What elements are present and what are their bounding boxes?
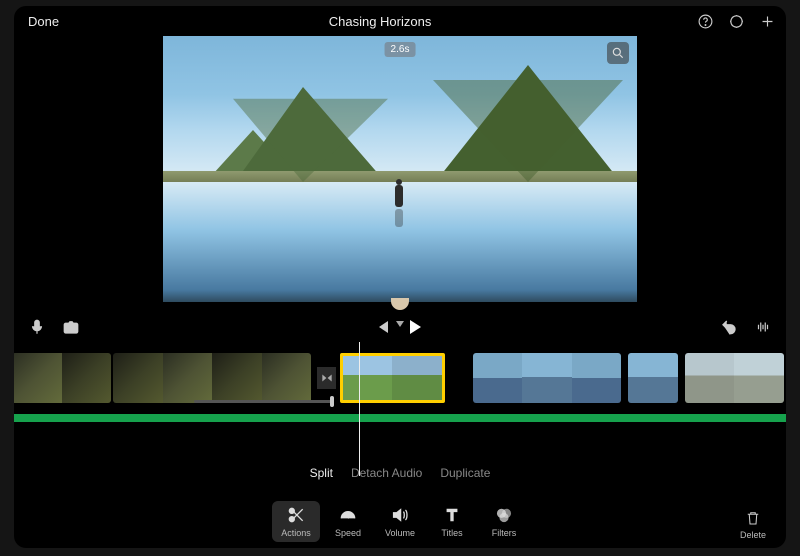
done-button[interactable]: Done bbox=[24, 12, 63, 31]
play-button[interactable] bbox=[410, 320, 421, 334]
tool-volume[interactable]: Volume bbox=[376, 501, 424, 542]
undo-icon[interactable] bbox=[720, 318, 738, 336]
magnifier-icon bbox=[611, 46, 625, 60]
text-icon bbox=[442, 505, 462, 525]
playhead[interactable] bbox=[359, 342, 360, 476]
settings-icon[interactable] bbox=[728, 13, 745, 30]
speedometer-icon bbox=[338, 505, 358, 525]
timeline-zoom-slider[interactable] bbox=[194, 400, 334, 403]
scissors-icon bbox=[286, 505, 306, 525]
header-bar: Done Chasing Horizons bbox=[14, 6, 786, 36]
tool-label: Volume bbox=[385, 528, 415, 538]
audio-waveform-icon[interactable] bbox=[754, 318, 772, 336]
prev-frame-button[interactable] bbox=[379, 321, 388, 333]
timeline-clip[interactable] bbox=[14, 353, 111, 403]
trash-icon bbox=[744, 509, 762, 527]
tool-label: Speed bbox=[335, 528, 361, 538]
timeline-controls bbox=[14, 312, 786, 342]
detach-audio-button[interactable]: Detach Audio bbox=[351, 466, 422, 480]
preview-zoom-button[interactable] bbox=[607, 42, 629, 64]
project-title: Chasing Horizons bbox=[63, 14, 697, 29]
tool-label: Actions bbox=[281, 528, 311, 538]
split-button[interactable]: Split bbox=[310, 466, 333, 480]
tool-filters[interactable]: Filters bbox=[480, 501, 528, 542]
microphone-icon[interactable] bbox=[28, 318, 46, 336]
camera-icon[interactable] bbox=[62, 318, 80, 336]
help-icon[interactable] bbox=[697, 13, 714, 30]
timeline-clip[interactable] bbox=[628, 353, 678, 403]
bottom-toolbar: Actions Speed Volume Titles Filters Dele… bbox=[14, 486, 786, 548]
delete-button[interactable]: Delete bbox=[740, 509, 766, 540]
timeline-clip[interactable] bbox=[685, 353, 784, 403]
timeline-clip[interactable] bbox=[473, 353, 622, 403]
filters-icon bbox=[494, 505, 514, 525]
tool-speed[interactable]: Speed bbox=[324, 501, 372, 542]
audio-track[interactable] bbox=[14, 414, 786, 422]
transition-icon[interactable] bbox=[317, 367, 336, 389]
timeline-clip[interactable] bbox=[113, 353, 311, 403]
edit-actions-menu: Split Detach Audio Duplicate bbox=[14, 460, 786, 486]
timeline-clip-selected[interactable] bbox=[340, 353, 445, 403]
add-icon[interactable] bbox=[759, 13, 776, 30]
video-preview[interactable]: 2.6s bbox=[163, 36, 637, 302]
tool-label: Filters bbox=[492, 528, 517, 538]
tool-label: Titles bbox=[441, 528, 462, 538]
tool-actions[interactable]: Actions bbox=[272, 501, 320, 542]
scrub-handle[interactable] bbox=[14, 302, 786, 312]
tool-titles[interactable]: Titles bbox=[428, 501, 476, 542]
speaker-icon bbox=[390, 505, 410, 525]
delete-label: Delete bbox=[740, 530, 766, 540]
clip-duration-badge: 2.6s bbox=[385, 42, 416, 57]
duplicate-button[interactable]: Duplicate bbox=[440, 466, 490, 480]
timeline[interactable] bbox=[14, 342, 786, 440]
